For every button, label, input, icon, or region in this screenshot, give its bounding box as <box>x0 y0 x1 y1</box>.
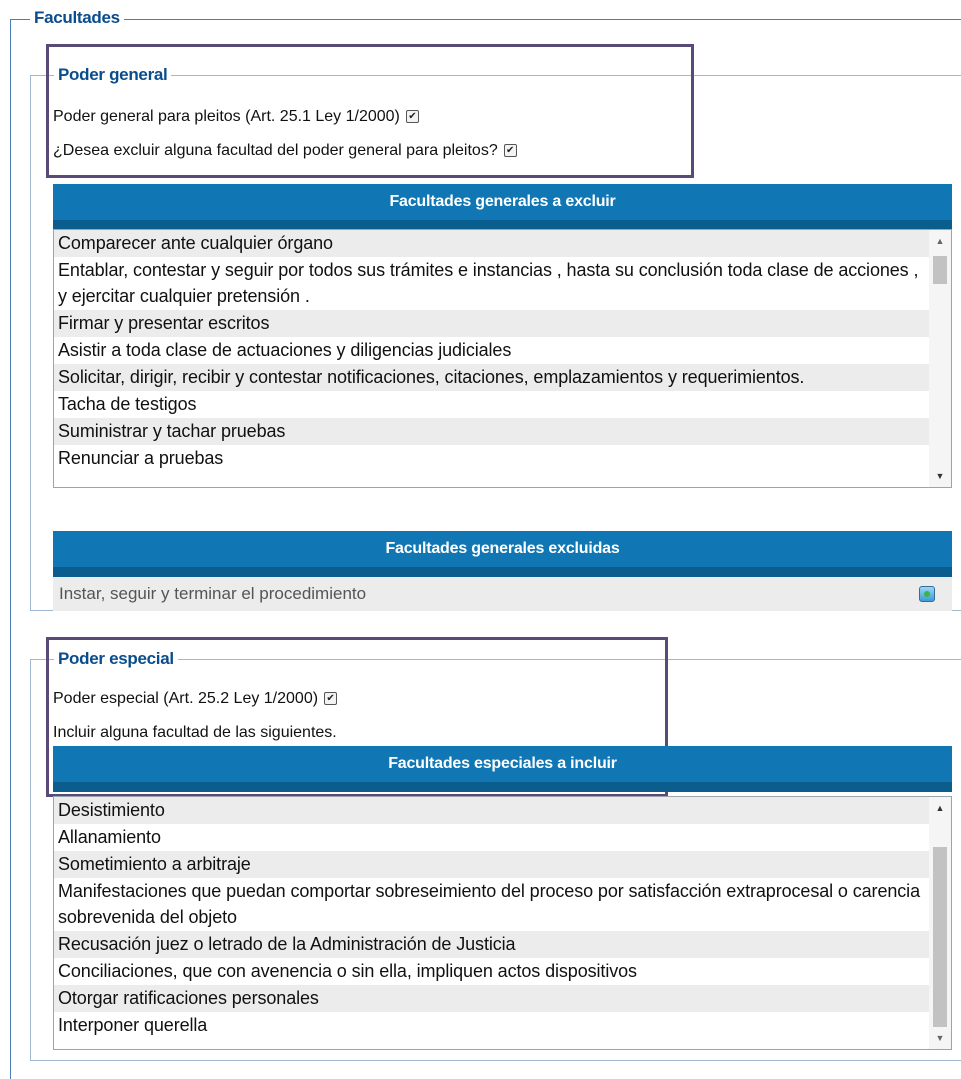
especial-checkbox[interactable]: ✔ <box>324 692 338 706</box>
incluir-listbox[interactable]: Desistimiento Allanamiento Sometimiento a … <box>53 796 952 1050</box>
list-item[interactable]: Sometimiento a arbitraje <box>54 851 929 878</box>
pleitos-option: Poder general para pleitos (Art. 25.1 Le… <box>53 107 419 127</box>
pleitos-label: Poder general para pleitos (Art. 25.1 Le… <box>53 108 400 125</box>
checkmark-icon: ✔ <box>326 693 335 705</box>
excluir-scroll-thumb[interactable] <box>933 256 947 284</box>
list-item[interactable]: Tacha de testigos <box>54 391 929 418</box>
scroll-up-icon[interactable]: ▲ <box>929 799 951 817</box>
excluir-scrollbar[interactable]: ▲ ▼ <box>929 230 951 487</box>
list-item[interactable]: Otorgar ratificaciones personales <box>54 985 929 1012</box>
list-item[interactable]: Firmar y presentar escritos <box>54 310 929 337</box>
trash-icon[interactable] <box>919 586 935 602</box>
list-item[interactable]: Suministrar y tachar pruebas <box>54 418 929 445</box>
list-item[interactable]: Allanamiento <box>54 824 929 851</box>
list-item[interactable]: Interponer querella <box>54 1012 929 1039</box>
excluded-item: Instar, seguir y terminar el procedimien… <box>53 577 952 611</box>
list-item[interactable]: Entablar, contestar y seguir por todos s… <box>54 257 929 310</box>
excluir-checkbox[interactable]: ✔ <box>503 144 517 158</box>
list-item[interactable]: Renunciar a pruebas <box>54 445 929 472</box>
excluir-label: ¿Desea excluir alguna facultad del poder… <box>53 142 498 159</box>
incluir-text: Incluir alguna facultad de las siguiente… <box>53 724 337 741</box>
list-item[interactable]: Conciliaciones, que con avenencia o sin … <box>54 958 929 985</box>
incluir-header: Facultades especiales a incluir <box>53 746 952 792</box>
list-item[interactable]: Recusación juez o letrado de la Administ… <box>54 931 929 958</box>
excluidas-header: Facultades generales excluidas <box>53 531 952 577</box>
list-item[interactable]: Solicitar, dirigir, recibir y contestar … <box>54 364 929 391</box>
list-item[interactable]: Desistimiento <box>54 797 929 824</box>
excluir-option: ¿Desea excluir alguna facultad del poder… <box>53 141 517 161</box>
excluir-items: Comparecer ante cualquier órgano Entablar… <box>54 230 929 472</box>
incluir-items: Desistimiento Allanamiento Sometimiento a … <box>54 797 929 1039</box>
checkmark-icon: ✔ <box>408 111 417 123</box>
pleitos-checkbox[interactable]: ✔ <box>405 110 419 124</box>
especial-label: Poder especial (Art. 25.2 Ley 1/2000) <box>53 690 319 707</box>
list-item[interactable]: Manifestaciones que puedan comportar sob… <box>54 878 929 931</box>
incluir-scrollbar[interactable]: ▲ ▼ <box>929 797 951 1049</box>
excluded-item-label: Instar, seguir y terminar el procedimien… <box>59 584 367 603</box>
scroll-up-icon[interactable]: ▲ <box>929 232 951 250</box>
facultades-legend: Facultades <box>30 8 124 28</box>
especial-option: Poder especial (Art. 25.2 Ley 1/2000) ✔ <box>53 689 338 709</box>
list-item[interactable]: Asistir a toda clase de actuaciones y di… <box>54 337 929 364</box>
excluir-listbox[interactable]: Comparecer ante cualquier órgano Entablar… <box>53 229 952 488</box>
scroll-down-icon[interactable]: ▼ <box>929 1029 951 1047</box>
excluir-header: Facultades generales a excluir <box>53 184 952 230</box>
incluir-scroll-thumb[interactable] <box>933 847 947 1027</box>
list-item[interactable]: Comparecer ante cualquier órgano <box>54 230 929 257</box>
checkmark-icon: ✔ <box>506 145 515 157</box>
scroll-down-icon[interactable]: ▼ <box>929 467 951 485</box>
